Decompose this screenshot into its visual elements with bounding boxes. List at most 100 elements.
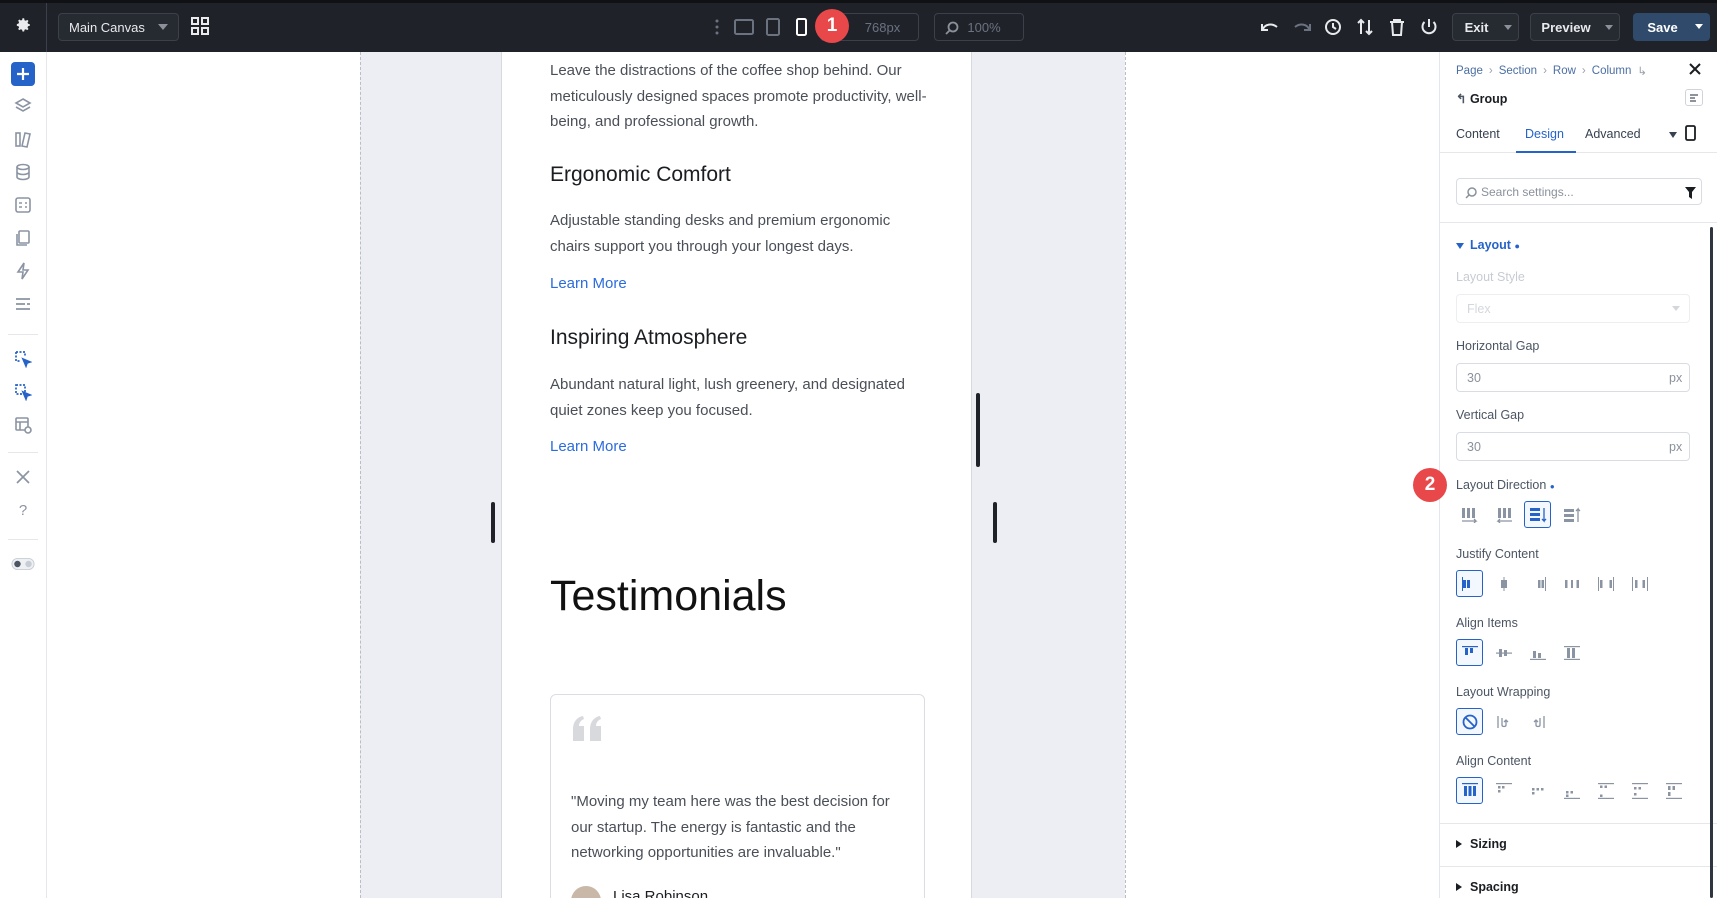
tab-design[interactable]: Design [1516, 122, 1576, 153]
resize-handle-right[interactable] [976, 393, 980, 467]
align-content-center-button[interactable] [1524, 777, 1551, 804]
justify-space-around-button[interactable] [1592, 570, 1619, 597]
search-settings-input[interactable]: Search settings... [1456, 178, 1702, 205]
database-icon[interactable] [11, 160, 35, 184]
wrap-reverse-button[interactable] [1524, 708, 1551, 735]
align-stretch-button[interactable] [1558, 639, 1585, 666]
tablet-view-icon[interactable] [762, 16, 784, 38]
power-icon[interactable] [1417, 15, 1441, 39]
chevron-down-icon[interactable] [1605, 25, 1613, 30]
direction-row-reverse-button[interactable] [1490, 501, 1517, 528]
justify-start-button[interactable] [1456, 570, 1483, 597]
zoom-input[interactable]: 100% [934, 13, 1024, 41]
settings-list-icon[interactable] [11, 292, 35, 316]
wrap-button[interactable] [1490, 708, 1517, 735]
phone-view-icon[interactable] [790, 16, 812, 38]
justify-center-button[interactable] [1490, 570, 1517, 597]
vertical-gap-input[interactable]: 30 px [1456, 432, 1690, 461]
undo-icon[interactable] [1258, 15, 1282, 39]
align-center-button[interactable] [1490, 639, 1517, 666]
trash-icon[interactable] [1385, 15, 1409, 39]
align-content-around-button[interactable] [1626, 777, 1653, 804]
breadcrumb-column[interactable]: Column [1592, 65, 1632, 77]
library-icon[interactable] [11, 127, 35, 151]
breadcrumb-row[interactable]: Row [1553, 65, 1576, 77]
preview-button[interactable]: Preview [1530, 13, 1620, 41]
spacing-section-label: Spacing [1470, 880, 1519, 894]
no-wrap-button[interactable] [1456, 708, 1483, 735]
panel-scrollbar[interactable] [1710, 227, 1713, 898]
align-content-start-button[interactable] [1456, 777, 1483, 804]
align-end-button[interactable] [1524, 639, 1551, 666]
direction-row-button[interactable] [1456, 501, 1483, 528]
multi-select-icon[interactable] [11, 380, 35, 404]
more-options-icon[interactable] [710, 15, 724, 39]
align-content-top-button[interactable] [1490, 777, 1517, 804]
horizontal-gap-input[interactable]: 30 px [1456, 363, 1690, 392]
spacing-section-header[interactable]: Spacing [1456, 880, 1519, 894]
lightning-icon[interactable] [11, 259, 35, 283]
layers-icon[interactable] [11, 94, 35, 118]
chevron-down-icon[interactable] [1695, 24, 1703, 29]
page-preview: Leave the distractions of the coffee sho… [501, 52, 972, 898]
chevron-down-icon[interactable] [1669, 132, 1677, 138]
history-icon[interactable] [1321, 15, 1345, 39]
desktop-view-icon[interactable] [733, 16, 755, 38]
panel-tabs: Content Design Advanced [1440, 122, 1717, 153]
learn-more-link[interactable]: Learn More [550, 438, 627, 455]
breadcrumb-section[interactable]: Section [1499, 65, 1537, 77]
justify-space-evenly-button[interactable] [1626, 570, 1653, 597]
chevron-down-icon[interactable] [1504, 25, 1512, 30]
layout-direction-text: Layout Direction [1456, 478, 1547, 492]
tab-content[interactable]: Content [1456, 127, 1500, 141]
pages-icon[interactable] [11, 226, 35, 250]
tab-advanced[interactable]: Advanced [1585, 127, 1641, 141]
save-button[interactable]: Save [1633, 13, 1710, 41]
group-label[interactable]: ↰ Group [1456, 91, 1507, 106]
breadcrumb-page[interactable]: Page [1456, 65, 1483, 77]
direction-column-reverse-button[interactable] [1558, 501, 1585, 528]
template-icon[interactable] [11, 193, 35, 217]
align-content-between-button[interactable] [1592, 777, 1619, 804]
redo-icon[interactable] [1290, 15, 1314, 39]
direction-column-button[interactable] [1524, 501, 1551, 528]
learn-more-link[interactable]: Learn More [550, 275, 627, 292]
select-element-icon[interactable] [11, 347, 35, 371]
close-icon[interactable] [1688, 62, 1702, 81]
save-label: Save [1647, 19, 1678, 35]
exit-label: Exit [1464, 19, 1489, 35]
sort-arrows-icon[interactable] [1353, 15, 1377, 39]
justify-space-between-button[interactable] [1558, 570, 1585, 597]
grid-icon[interactable] [188, 14, 212, 38]
layout-section-header[interactable]: Layout ● [1456, 238, 1520, 252]
justify-end-button[interactable] [1524, 570, 1551, 597]
align-start-button[interactable] [1456, 639, 1483, 666]
settings-panel: Page › Section › Row › Column ↳ ↰ Group Con… [1413, 52, 1717, 898]
phone-preview-icon[interactable] [1685, 125, 1696, 146]
preview-label: Preview [1541, 19, 1591, 35]
caret-right-icon [1456, 840, 1462, 848]
align-content-stretch-button[interactable] [1660, 777, 1687, 804]
gear-icon[interactable] [10, 12, 36, 38]
resize-handle-left[interactable] [491, 502, 495, 543]
add-icon[interactable] [11, 62, 35, 86]
layout-style-select[interactable]: Flex [1456, 294, 1690, 323]
layout-settings-icon[interactable] [11, 413, 35, 437]
testimonial-card: "Moving my team here was the best decisi… [550, 694, 925, 898]
horizontal-gap-unit[interactable]: px [1669, 371, 1682, 385]
vertical-gap-unit[interactable]: px [1669, 440, 1682, 454]
align-content-end-button[interactable] [1558, 777, 1585, 804]
canvas-select[interactable]: Main Canvas [58, 13, 179, 41]
help-icon[interactable]: ? [11, 498, 35, 522]
tools-icon[interactable] [11, 465, 35, 489]
sizing-section-header[interactable]: Sizing [1456, 837, 1507, 851]
layout-style-value: Flex [1467, 302, 1491, 316]
theme-toggle-icon[interactable] [11, 552, 35, 576]
annotation-marker-2: 2 [1413, 468, 1447, 502]
exit-button[interactable]: Exit [1452, 13, 1519, 41]
panel-options-icon[interactable] [1685, 89, 1703, 106]
resize-handle-right-outer[interactable] [993, 502, 997, 543]
intro-text: Leave the distractions of the coffee sho… [550, 62, 927, 130]
filter-icon[interactable] [1685, 186, 1696, 204]
layout-style-label: Layout Style [1456, 270, 1525, 284]
